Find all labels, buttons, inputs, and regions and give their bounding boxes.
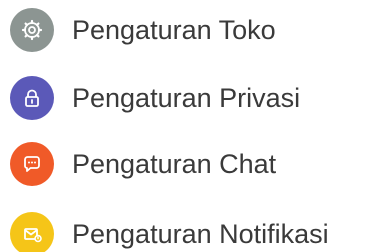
menu-item-pengaturan-toko[interactable]: Pengaturan Toko [0,0,367,60]
menu-item-label: Pengaturan Chat [72,148,277,179]
lock-icon [10,76,54,120]
chat-icon [10,142,54,186]
settings-menu: Pengaturan Toko Pengaturan Privasi Penga… [0,0,367,252]
menu-item-pengaturan-privasi[interactable]: Pengaturan Privasi [0,68,367,128]
menu-item-label: Pengaturan Privasi [72,82,301,113]
mail-notification-icon [10,212,54,252]
menu-item-label: Pengaturan Toko [72,14,276,45]
menu-item-pengaturan-chat[interactable]: Pengaturan Chat [0,134,367,194]
menu-item-label: Pengaturan Notifikasi [72,218,329,249]
settings-icon [10,8,54,52]
menu-item-pengaturan-notifikasi[interactable]: Pengaturan Notifikasi [0,204,367,252]
